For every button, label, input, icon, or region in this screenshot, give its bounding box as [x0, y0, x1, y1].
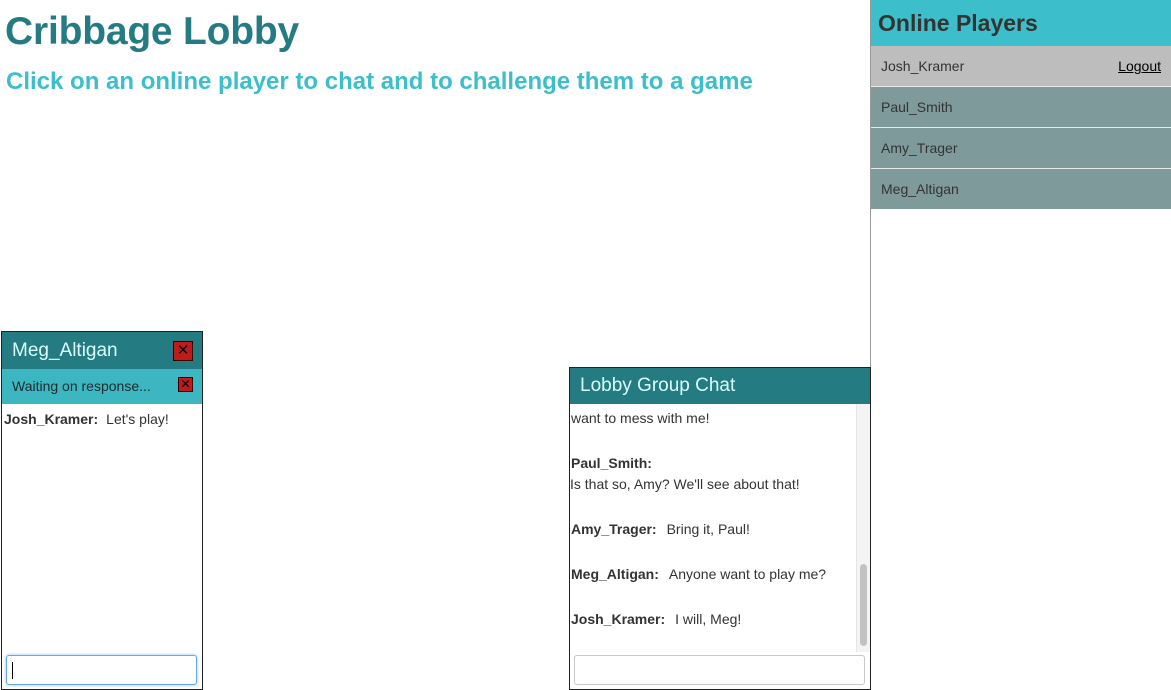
message-author: Paul_Smith: — [571, 455, 662, 471]
challenge-status-bar: Waiting on response... ✕ — [2, 369, 202, 404]
close-icon: ✕ — [180, 377, 191, 391]
self-player-name: Josh_Kramer — [881, 58, 965, 74]
chat-message: Josh_Kramer: I will, Meg! — [571, 611, 741, 627]
player-row-meg-altigan[interactable]: Meg_Altigan — [871, 168, 1171, 209]
player-row-amy-trager[interactable]: Amy_Trager — [871, 127, 1171, 168]
private-chat-input[interactable] — [6, 655, 197, 685]
scrollbar-thumb[interactable] — [860, 564, 867, 646]
player-name: Paul_Smith — [881, 99, 953, 115]
message-author: Amy_Trager: — [571, 521, 657, 537]
group-chat-title: Lobby Group Chat — [570, 368, 870, 404]
challenge-status-text: Waiting on response... — [12, 378, 151, 394]
group-chat-input[interactable] — [574, 655, 865, 685]
message-text: Let's play! — [106, 411, 169, 427]
close-chat-button[interactable]: ✕ — [173, 341, 193, 361]
page-title: Cribbage Lobby — [5, 10, 300, 53]
chat-message: Josh_Kramer: Let's play! — [2, 404, 202, 427]
chat-message: Meg_Altigan: Anyone want to play me? — [571, 566, 826, 582]
page-subtitle: Click on an online player to chat and to… — [6, 68, 753, 95]
private-chat-window: Meg_Altigan ✕ Waiting on response... ✕ J… — [1, 331, 203, 690]
message-author: Josh_Kramer: — [4, 411, 99, 427]
message-author: Josh_Kramer: — [571, 611, 666, 627]
message-text: Anyone want to play me? — [668, 566, 827, 582]
group-chat-scrollbar[interactable] — [856, 404, 870, 652]
chat-message-text: want to mess with me! — [571, 410, 710, 426]
player-row-self: Josh_Kramer Logout — [871, 46, 1171, 86]
player-name: Amy_Trager — [881, 140, 958, 156]
message-author: Paul_Smith: — [571, 455, 652, 471]
message-text: Is that so, Amy? We'll see about that! — [570, 476, 800, 492]
cancel-challenge-button[interactable]: ✕ — [178, 377, 193, 392]
message-text: Bring it, Paul! — [666, 521, 750, 537]
private-chat-title: Meg_Altigan — [12, 340, 118, 361]
online-players-panel: Online Players Josh_Kramer Logout Paul_S… — [870, 0, 1171, 690]
chat-message: Amy_Trager: Bring it, Paul! — [571, 521, 750, 537]
player-row-paul-smith[interactable]: Paul_Smith — [871, 86, 1171, 127]
text-caret — [12, 662, 13, 679]
group-chat-log: want to mess with me! Paul_Smith: Is tha… — [570, 404, 856, 652]
player-name: Meg_Altigan — [881, 181, 959, 197]
message-text: I will, Meg! — [675, 611, 742, 627]
private-chat-header: Meg_Altigan ✕ — [2, 332, 202, 369]
message-author: Meg_Altigan: — [571, 566, 659, 582]
online-players-title: Online Players — [871, 0, 1171, 46]
close-icon: ✕ — [176, 342, 190, 359]
logout-link[interactable]: Logout — [1118, 46, 1161, 86]
group-chat-window: Lobby Group Chat want to mess with me! P… — [569, 367, 871, 690]
lobby-page: Cribbage Lobby Click on an online player… — [0, 0, 1171, 690]
